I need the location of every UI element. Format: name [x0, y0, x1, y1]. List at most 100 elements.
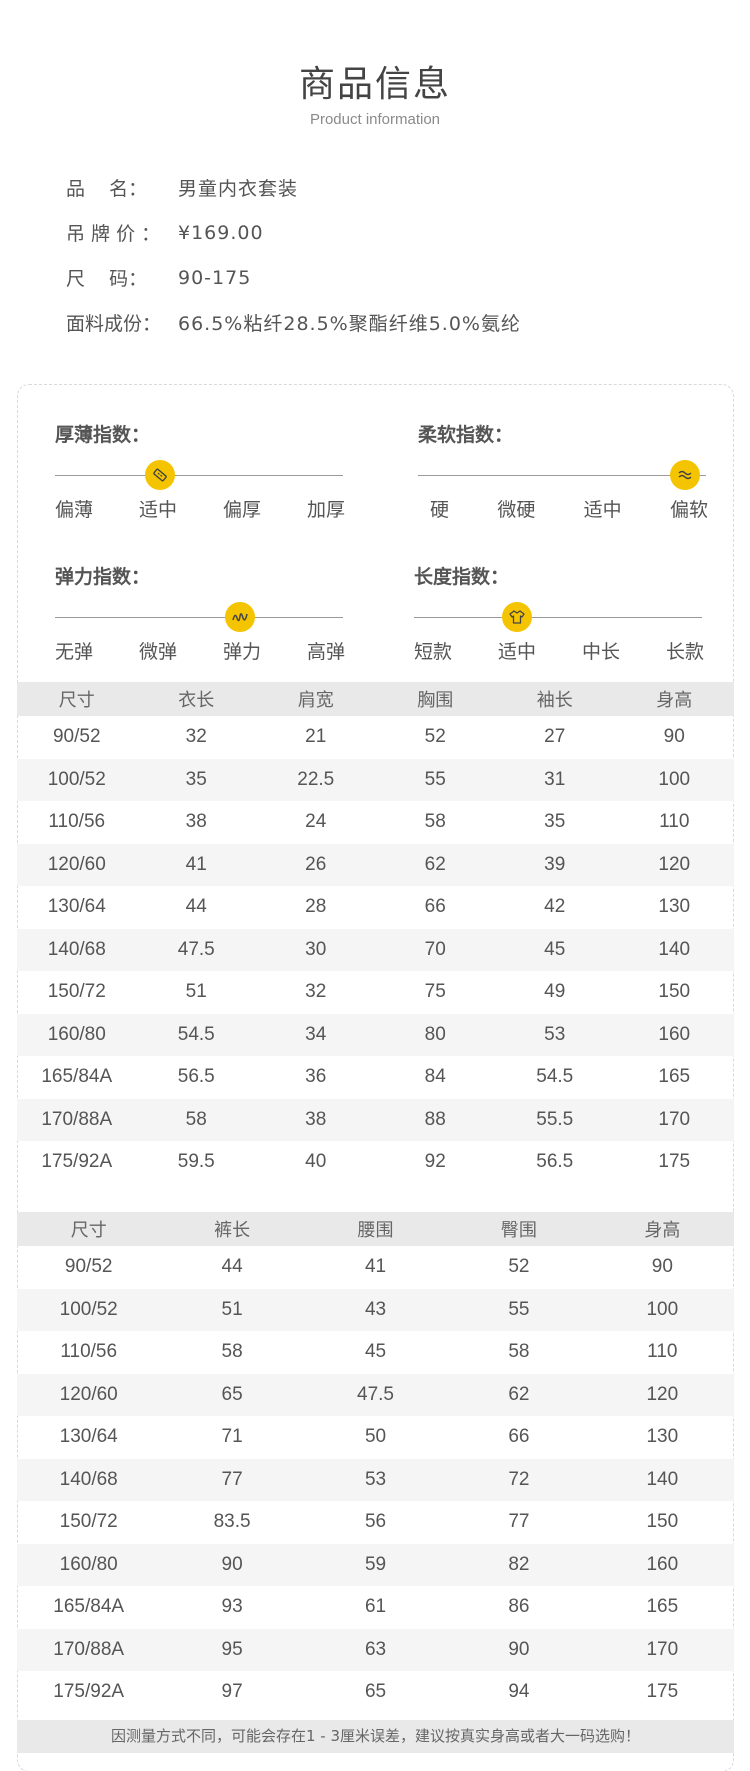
table-header-cell: 臀围: [500, 1220, 537, 1241]
table-cell: 95: [221, 1638, 243, 1660]
index-title: 柔软指数：: [418, 424, 514, 446]
table-cell: 160/80: [59, 1553, 118, 1575]
length-index: 长度指数： 短款 适中 中长 长款: [414, 562, 704, 663]
table-row: 110/56 58 45 58 110: [17, 1331, 734, 1374]
index-label: 短款: [414, 641, 453, 663]
table-cell: 28: [305, 896, 327, 918]
table-cell: 90/52: [64, 1256, 113, 1278]
table-header-cell: 尺寸: [58, 690, 95, 711]
table-cell: 150: [658, 981, 691, 1003]
table-header-cell: 肩宽: [297, 690, 334, 711]
index-label: 适中: [497, 641, 536, 663]
table-header-row: 尺寸 裤长 腰围 臀围 身高: [17, 1212, 734, 1246]
table-cell: 26: [305, 853, 327, 875]
table-cell: 32: [305, 981, 327, 1003]
table-cell: 175: [646, 1681, 679, 1703]
table-cell: 165/84A: [41, 1066, 113, 1088]
table-cell: 130: [658, 896, 691, 918]
table-cell: 140/68: [47, 938, 106, 960]
table-header-cell: 腰围: [357, 1220, 394, 1241]
table-cell: 55.5: [536, 1108, 574, 1130]
index-track: [55, 475, 343, 476]
table-row: 140/68 77 53 72 140: [17, 1458, 734, 1501]
info-row-fabric: 面料成份： 66.5%粘纤28.5%聚酯纤维5.0%氨纶: [66, 300, 521, 345]
table-cell: 150/72: [59, 1511, 118, 1533]
index-label: 适中: [583, 499, 622, 521]
table-cell: 120/60: [59, 1383, 118, 1405]
table-cell: 80: [424, 1023, 446, 1045]
bottom-size-table: 尺寸 裤长 腰围 臀围 身高 90/52 44 41 52 90 100/52 51 43 55 100 11…: [17, 1212, 734, 1714]
index-labels: 无弹 微弹 弹力 高弹: [55, 637, 345, 664]
info-value: ¥169.00: [178, 221, 264, 244]
index-track: [418, 475, 706, 476]
table-cell: 54.5: [177, 1023, 215, 1045]
table-row: 90/52 32 21 52 27 90: [17, 716, 734, 759]
table-cell: 97: [221, 1681, 243, 1703]
info-row-name: 品 名： 男童内衣套装: [66, 165, 521, 210]
index-track: [55, 617, 343, 618]
table-cell: 110/56: [60, 1341, 118, 1363]
table-cell: 84: [424, 1066, 446, 1088]
table-cell: 90: [663, 726, 685, 748]
table-cell: 38: [305, 1108, 327, 1130]
table-cell: 59.5: [177, 1151, 215, 1173]
table-cell: 47.5: [357, 1383, 394, 1405]
table-cell: 27: [544, 726, 566, 748]
index-label: 长款: [665, 641, 704, 663]
table-row: 165/84A 56.5 36 84 54.5 165: [17, 1056, 734, 1099]
table-cell: 32: [185, 726, 207, 748]
table-cell: 160/80: [47, 1023, 106, 1045]
table-cell: 43: [364, 1298, 387, 1320]
table-cell: 88: [424, 1108, 446, 1130]
table-row: 150/72 83.5 56 77 150: [17, 1501, 734, 1544]
table-cell: 38: [185, 811, 207, 833]
table-cell: 70: [424, 938, 446, 960]
table-cell: 90: [221, 1553, 243, 1575]
table-row: 120/60 41 26 62 39 120: [17, 843, 734, 886]
table-cell: 51: [185, 981, 207, 1003]
table-cell: 59: [364, 1553, 387, 1575]
info-label: 吊 牌 价 ：: [66, 223, 161, 245]
table-cell: 110/56: [48, 811, 106, 833]
table-cell: 175/92A: [41, 1151, 113, 1173]
index-title: 弹力指数：: [55, 566, 151, 588]
table-header-row: 尺寸 衣长 肩宽 胸围 袖长 身高: [17, 682, 734, 716]
table-cell: 21: [305, 726, 327, 748]
table-cell: 100: [646, 1298, 679, 1320]
table-row: 90/52 44 41 52 90: [17, 1246, 734, 1289]
index-label: 偏厚: [222, 499, 261, 521]
measurement-note: 因测量方式不同，可能会存在1 - 3厘米误差，建议按真实身高或者大一码选购！: [17, 1720, 734, 1753]
table-cell: 52: [508, 1256, 530, 1278]
table-cell: 165: [658, 1066, 691, 1088]
table-cell: 110: [647, 1341, 678, 1363]
index-label: 弹力: [222, 641, 261, 663]
table-cell: 52: [424, 726, 446, 748]
table-cell: 62: [508, 1383, 530, 1405]
table-cell: 120: [658, 853, 691, 875]
table-cell: 47.5: [177, 938, 215, 960]
table-cell: 35: [185, 768, 207, 790]
table-cell: 90/52: [52, 726, 101, 748]
table-cell: 130: [646, 1426, 679, 1448]
table-cell: 58: [424, 811, 446, 833]
table-cell: 86: [508, 1596, 530, 1618]
table-cell: 90: [508, 1638, 530, 1660]
page-subtitle: Product information: [309, 111, 441, 128]
table-cell: 56: [364, 1511, 387, 1533]
table-cell: 71: [221, 1426, 243, 1448]
table-cell: 51: [221, 1298, 243, 1320]
table-cell: 22.5: [297, 768, 335, 790]
table-cell: 77: [508, 1511, 530, 1533]
table-row: 160/80 54.5 34 80 53 160: [17, 1013, 734, 1056]
page-title: 商品信息: [298, 64, 451, 105]
table-cell: 49: [544, 981, 566, 1003]
table-row: 170/88A 58 38 88 55.5 170: [17, 1098, 734, 1141]
table-cell: 58: [185, 1108, 207, 1130]
table-cell: 45: [364, 1341, 387, 1363]
table-cell: 53: [544, 1023, 566, 1045]
table-cell: 92: [424, 1151, 446, 1173]
table-cell: 140: [658, 938, 691, 960]
index-title: 长度指数：: [414, 566, 510, 588]
table-cell: 24: [305, 811, 327, 833]
wave-icon: [670, 460, 700, 490]
